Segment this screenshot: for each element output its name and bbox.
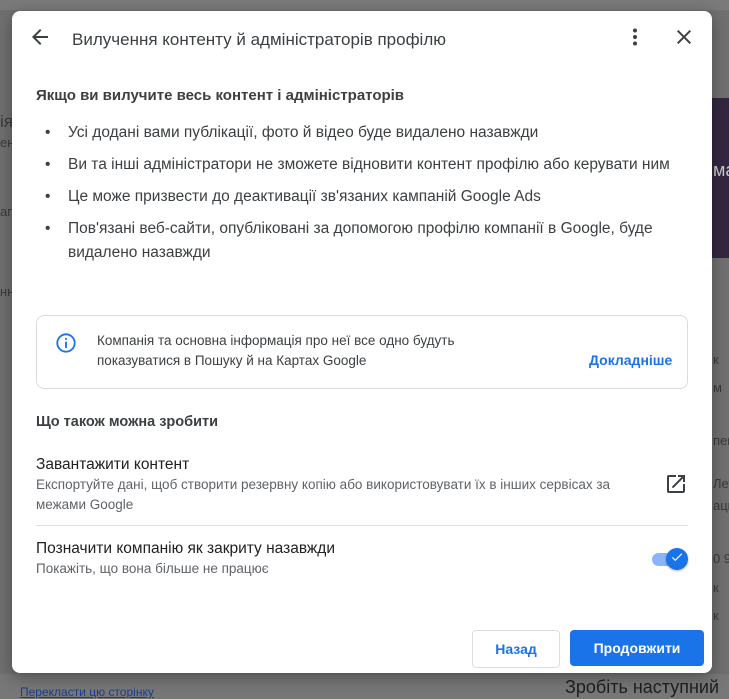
bg-fragment: к xyxy=(713,352,719,367)
bg-fragment: Лети xyxy=(713,476,729,491)
mark-closed-option: Позначити компанію як закриту назавжди П… xyxy=(36,539,688,589)
bg-fragment: 0 9 xyxy=(713,551,729,566)
bg-fragment: пем xyxy=(713,433,729,448)
close-icon xyxy=(672,25,696,54)
backdrop-left xyxy=(0,10,12,670)
dialog-title: Вилучення контенту й адміністраторів про… xyxy=(72,30,447,49)
warning-heading: Якщо ви вилучите весь контент і адмініст… xyxy=(36,87,405,104)
bg-fragment: ацько xyxy=(713,498,729,513)
toggle-knob xyxy=(666,548,688,570)
backdrop-top xyxy=(0,0,729,10)
info-notice: Компанія та основна інформація про неї в… xyxy=(36,315,688,389)
bg-fragment: ма xyxy=(713,160,729,180)
list-item: Це може призвести до деактивації зв'язан… xyxy=(36,185,696,209)
translate-link: Перекласти цю сторінку xyxy=(20,685,154,699)
consequences-list: Усі додані вами публікації, фото й відео… xyxy=(36,121,696,273)
mark-closed-toggle[interactable] xyxy=(650,547,688,570)
bg-fragment: к xyxy=(713,608,719,623)
bg-fragment: к xyxy=(713,580,719,595)
open-in-new-icon[interactable] xyxy=(664,472,688,496)
mark-closed-title: Позначити компанію як закриту назавжди xyxy=(36,540,335,557)
back-button[interactable] xyxy=(22,21,58,57)
more-vert-icon xyxy=(623,25,647,54)
list-item: Усі додані вами публікації, фото й відео… xyxy=(36,121,696,145)
list-item: Пов'язані веб-сайти, опубліковані за доп… xyxy=(36,217,696,265)
download-content-option[interactable]: Завантажити контент Експортуйте дані, що… xyxy=(36,455,688,526)
learn-more-link[interactable]: Докладніше xyxy=(589,352,672,368)
info-icon xyxy=(55,332,77,354)
alternatives-heading: Що також можна зробити xyxy=(36,414,219,430)
download-description: Експортуйте дані, щоб створити резервну … xyxy=(36,477,611,512)
download-title: Завантажити контент xyxy=(36,456,190,473)
list-item: Ви та інші адміністратори не зможете від… xyxy=(36,153,696,177)
dialog-header: Вилучення контенту й адміністраторів про… xyxy=(12,11,712,67)
remove-content-dialog: Вилучення контенту й адміністраторів про… xyxy=(12,11,712,673)
mark-closed-description: Покажіть, що вона більше не працює xyxy=(36,561,269,576)
continue-button[interactable]: Продовжити xyxy=(570,630,704,666)
back-action-button[interactable]: Назад xyxy=(472,630,560,668)
arrow-back-icon xyxy=(28,25,52,54)
info-text: Компанія та основна інформація про неї в… xyxy=(97,333,455,368)
bg-heading: Зробіть наступний xyxy=(565,677,720,697)
more-options-button[interactable] xyxy=(617,21,653,57)
close-button[interactable] xyxy=(666,21,702,57)
check-icon xyxy=(670,550,684,569)
bg-fragment: м xyxy=(713,380,722,395)
